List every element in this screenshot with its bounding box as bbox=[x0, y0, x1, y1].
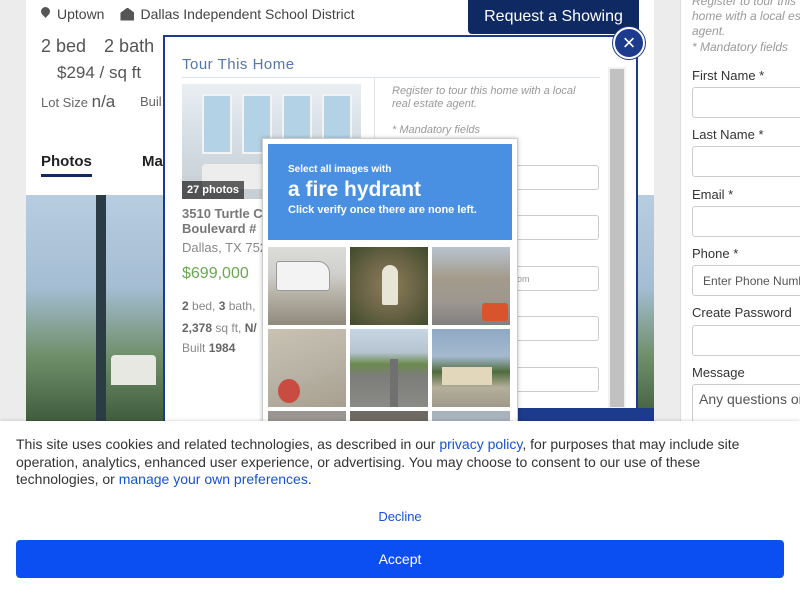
sidebar-note: Register to tour this home with a local … bbox=[692, 0, 800, 38]
beds-count: 2 bbox=[182, 299, 189, 313]
last-name-label: Last Name * bbox=[692, 127, 764, 142]
bed-bath-summary: 2 bed 2 bath bbox=[41, 36, 154, 57]
built-label: Built bbox=[182, 341, 209, 355]
message-label: Message bbox=[692, 365, 745, 380]
modal-mandatory-note: * Mandatory fields bbox=[392, 124, 481, 136]
address-line-1: 3510 Turtle C bbox=[182, 206, 263, 221]
thumbnail-window bbox=[202, 94, 232, 154]
school-district: Dallas Independent School District bbox=[140, 6, 355, 22]
captcha-target: a fire hydrant bbox=[288, 178, 422, 201]
captcha-tile[interactable] bbox=[268, 247, 346, 325]
phone-field[interactable]: Enter Phone Number bbox=[692, 265, 800, 296]
listing-address: 3510 Turtle C Boulevard # bbox=[182, 206, 267, 236]
sqft-value: 2,378 bbox=[182, 321, 213, 335]
neighborhood: Uptown bbox=[57, 6, 105, 22]
listing-city: Dallas, TX 752 bbox=[182, 240, 267, 255]
sqft-suffix: sq ft, bbox=[212, 321, 245, 335]
captcha-tile[interactable] bbox=[432, 329, 510, 407]
cookie-banner: This site uses cookies and related techn… bbox=[0, 421, 800, 600]
email-field[interactable] bbox=[692, 206, 800, 237]
lamp-shape bbox=[111, 355, 156, 385]
listing-built: Built 1984 bbox=[182, 341, 235, 355]
cookie-text-part: . bbox=[307, 471, 312, 487]
baths-suffix: bath, bbox=[225, 299, 256, 313]
captcha-tile[interactable] bbox=[350, 247, 428, 325]
cookie-text: This site uses cookies and related techn… bbox=[16, 436, 786, 489]
close-icon[interactable]: × bbox=[613, 27, 645, 59]
message-field[interactable]: Any questions or bbox=[692, 384, 800, 424]
modal-scrollbar-thumb[interactable] bbox=[610, 69, 624, 407]
price-per-sqft: $294 / sq ft bbox=[57, 63, 142, 82]
built-year: 1984 bbox=[208, 341, 236, 355]
beds: 2 bed bbox=[41, 36, 87, 56]
decline-button[interactable]: Decline bbox=[0, 509, 800, 524]
captcha-tile[interactable] bbox=[350, 329, 428, 407]
photo-count-badge: 27 photos bbox=[182, 181, 244, 199]
school-icon bbox=[120, 7, 135, 21]
request-showing-button[interactable]: Request a Showing bbox=[468, 0, 639, 34]
captcha-header: Select all images with a fire hydrant Cl… bbox=[268, 144, 512, 240]
listing-price: $699,000 bbox=[182, 265, 249, 282]
email-label: Email * bbox=[692, 187, 734, 202]
first-name-field[interactable] bbox=[692, 87, 800, 118]
built-label: Buil bbox=[140, 94, 162, 109]
address-line-2: Boulevard # bbox=[182, 221, 257, 236]
lot-size-value: n/a bbox=[91, 92, 116, 111]
location-row: Uptown Dallas Independent School Distric… bbox=[40, 6, 354, 22]
phone-label: Phone * bbox=[692, 246, 739, 261]
captcha-instruction: Click verify once there are none left. bbox=[288, 204, 477, 216]
sidebar-mandatory-note: * Mandatory fields bbox=[692, 40, 789, 54]
password-field[interactable] bbox=[692, 325, 800, 356]
captcha-tile[interactable] bbox=[268, 329, 346, 407]
modal-title: Tour This Home bbox=[182, 56, 295, 73]
manage-preferences-link[interactable]: manage your own preferences bbox=[119, 471, 308, 487]
tab-photos[interactable]: Photos bbox=[41, 153, 92, 177]
modal-note: Register to tour this home with a local … bbox=[392, 85, 576, 110]
privacy-policy-link[interactable]: privacy policy bbox=[439, 436, 522, 452]
cookie-text-part: This site uses cookies and related techn… bbox=[16, 436, 440, 452]
beds-suffix: bed, bbox=[188, 299, 219, 313]
listing-bed-bath: 2 bed, 3 bath, bbox=[182, 299, 267, 313]
captcha-tile[interactable] bbox=[432, 247, 510, 325]
modal-scrollbar[interactable] bbox=[608, 67, 626, 412]
password-label: Create Password bbox=[692, 305, 792, 320]
last-name-field[interactable] bbox=[692, 146, 800, 177]
map-pin-icon bbox=[40, 7, 51, 21]
modal-title-rule bbox=[182, 77, 600, 78]
captcha-prompt: Select all images with bbox=[288, 164, 392, 175]
tab-map[interactable]: Ma bbox=[142, 153, 163, 170]
accept-button[interactable]: Accept bbox=[16, 540, 784, 578]
sqft-trail: N/ bbox=[244, 321, 257, 335]
lot-size-label: Lot Size bbox=[41, 95, 88, 110]
window-frame bbox=[96, 195, 106, 425]
captcha-challenge: Select all images with a fire hydrant Cl… bbox=[262, 138, 518, 428]
listing-sqft: 2,378 sq ft, N/ bbox=[182, 321, 267, 335]
first-name-label: First Name * bbox=[692, 68, 765, 83]
baths: 2 bath bbox=[104, 36, 155, 56]
lot-size: Lot Size n/a bbox=[41, 92, 115, 112]
